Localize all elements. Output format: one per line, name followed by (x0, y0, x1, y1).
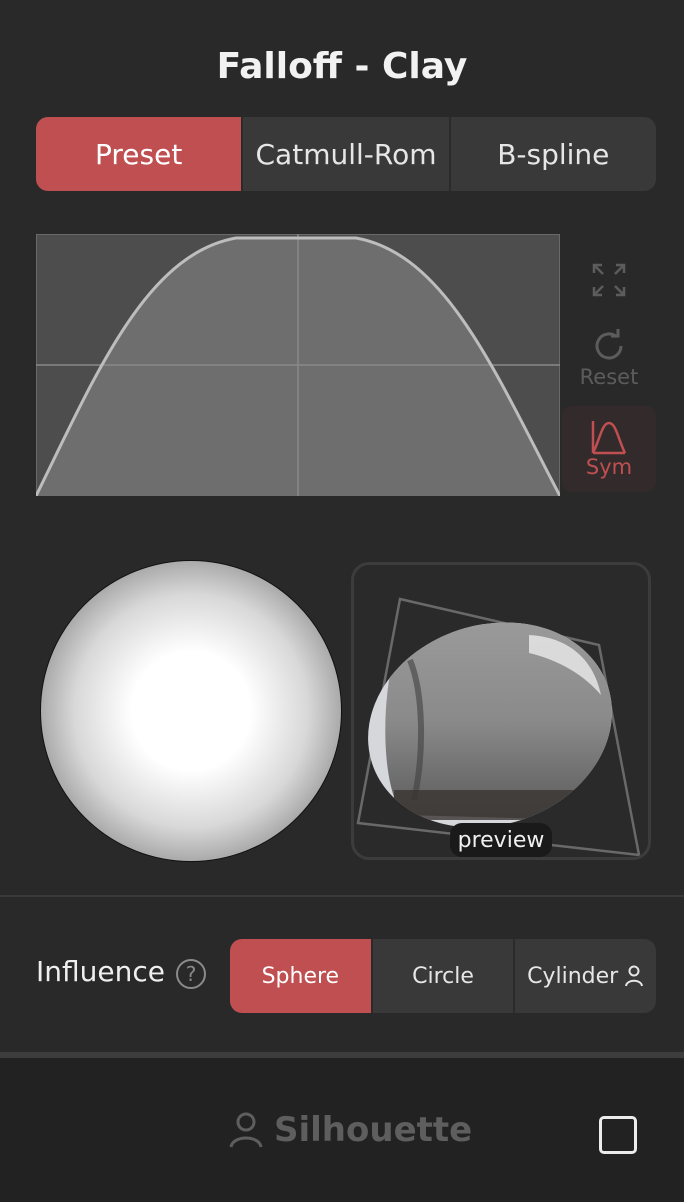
influence-cylinder-option[interactable]: Cylinder (513, 939, 656, 1013)
section-divider (0, 895, 684, 897)
reset-label: Reset (579, 365, 639, 389)
influence-sphere-option[interactable]: Sphere (230, 939, 371, 1013)
expand-icon (592, 263, 626, 297)
tab-preset[interactable]: Preset (36, 117, 242, 191)
cylinder-label: Cylinder (527, 963, 619, 989)
preview-render (354, 597, 641, 857)
silhouette-label: Silhouette (274, 1110, 473, 1150)
influence-selector: Sphere Circle Cylinder (230, 939, 656, 1013)
panel-title: Falloff - Clay (216, 46, 468, 87)
tab-catmull-rom[interactable]: Catmull-Rom (241, 117, 448, 191)
falloff-sphere-preview (40, 560, 342, 862)
influence-circle-option[interactable]: Circle (370, 939, 514, 1013)
reset-icon (595, 329, 623, 360)
help-icon[interactable]: ? (176, 959, 206, 989)
silhouette-checkbox[interactable] (599, 1116, 637, 1154)
brush-preview-card[interactable] (351, 562, 651, 860)
sym-toggle[interactable]: Sym (562, 406, 656, 492)
symmetry-curve-icon (591, 421, 627, 455)
falloff-curve-editor[interactable] (36, 234, 560, 496)
sym-label: Sym (585, 455, 633, 479)
expand-button[interactable] (562, 250, 656, 310)
reset-button[interactable]: Reset (562, 322, 656, 394)
tab-b-spline[interactable]: B-spline (448, 117, 656, 191)
falloff-gradient-sphere (40, 560, 342, 862)
influence-label: Influence (36, 955, 165, 988)
curve-tools: Reset Sym (562, 250, 656, 492)
person-icon (229, 1112, 263, 1148)
preview-label: preview (450, 823, 552, 857)
person-icon (625, 965, 644, 987)
silhouette-button[interactable]: Silhouette (228, 1110, 472, 1150)
curve-mode-tabs: Preset Catmull-Rom B-spline (36, 117, 656, 191)
